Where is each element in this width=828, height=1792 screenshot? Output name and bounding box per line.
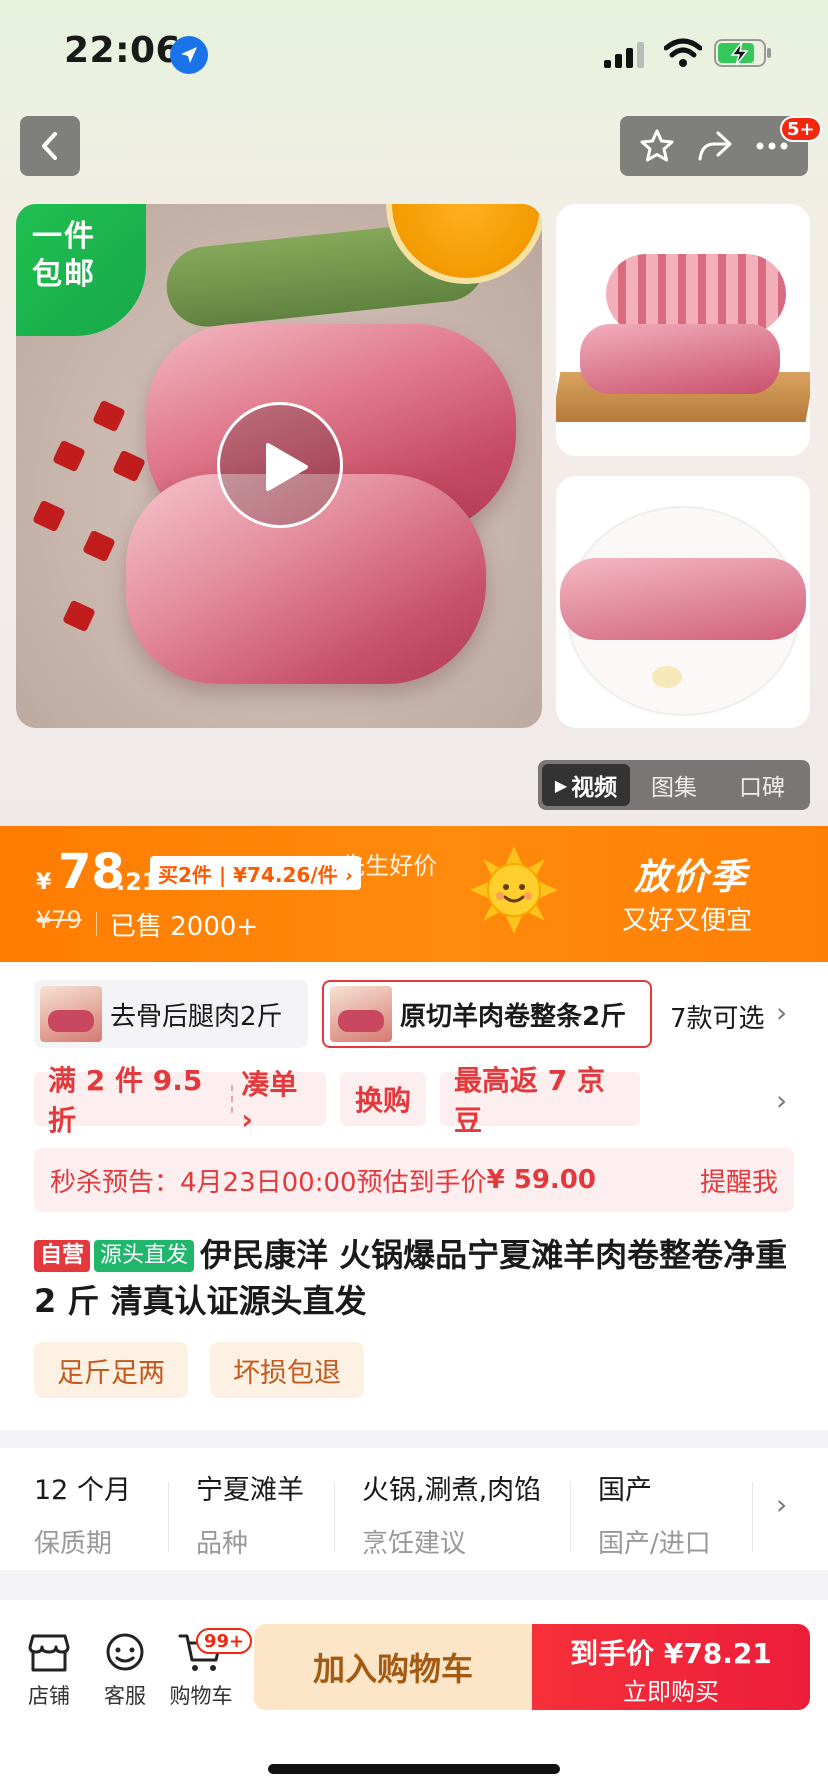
- watermark-text: 7先生好价: [326, 852, 438, 880]
- play-small-icon: ▶: [554, 775, 568, 795]
- variant-thumbnail: [40, 986, 102, 1042]
- status-bar: 22:06: [0, 0, 828, 100]
- chevron-right-icon: ›: [776, 1488, 788, 1521]
- divider: [96, 912, 97, 936]
- divider: [752, 1482, 753, 1552]
- thumbnail-image-2[interactable]: [556, 476, 810, 728]
- battery-charging-icon: [714, 39, 771, 67]
- final-price-label: 到手价: [570, 1637, 655, 1670]
- pepper-piece: [82, 529, 116, 563]
- garlic-clove: [652, 666, 682, 688]
- pepper-piece: [32, 499, 66, 533]
- customer-service-button[interactable]: 客服: [90, 1632, 160, 1710]
- location-arrow-icon: [170, 36, 208, 74]
- divider: [334, 1482, 335, 1552]
- discount-label: 满 2 件 9.5 折: [48, 1064, 203, 1137]
- home-indicator[interactable]: [268, 1764, 560, 1774]
- dashed-divider: [231, 1085, 234, 1113]
- price-banner: ¥ 78 .21 买2件 | ¥74.26/件 › 7先生好价 ¥79 已售 2…: [0, 826, 828, 962]
- service-tag[interactable]: 坏损包退: [210, 1342, 364, 1398]
- variant-label: 原切羊肉卷整条2斤: [400, 1001, 627, 1032]
- flash-sale-label: 秒杀预告：: [50, 1167, 181, 1198]
- lamb-slices: [606, 254, 786, 334]
- flash-sale-est: 预估到手价: [356, 1167, 487, 1198]
- spec-breed: 宁夏滩羊 品种: [196, 1475, 304, 1559]
- promo-title: 放价季: [634, 857, 749, 898]
- main-product-image[interactable]: 一件 包邮: [16, 204, 542, 728]
- share-icon[interactable]: [696, 128, 734, 164]
- chevron-left-icon: [42, 132, 57, 160]
- media-tab-bar: ▶ 视频 图集 口碑: [538, 760, 810, 810]
- lamb-roll-image: [580, 324, 780, 394]
- product-hero: 22:06 5+ 一件 包邮 ▶ 视频 图集 口碑: [0, 0, 828, 826]
- promo-subtitle: 又好又便宜: [622, 906, 753, 936]
- free-shipping-tag: 一件 包邮: [16, 204, 146, 336]
- message-count-badge: 5+: [780, 116, 822, 142]
- variant-label: 去骨后腿肉2斤: [110, 1001, 283, 1032]
- direct-ship-badge: 源头直发: [94, 1240, 195, 1272]
- back-button[interactable]: [20, 116, 80, 176]
- service-tag[interactable]: 足斤足两: [34, 1342, 188, 1398]
- flash-sale-price: ¥ 59.00: [486, 1165, 596, 1195]
- flash-sale-preview: 秒杀预告： 4月23日00:00 预估到手价 ¥ 59.00 提醒我: [34, 1148, 794, 1212]
- tab-reviews[interactable]: 口碑: [718, 764, 806, 806]
- video-play-button[interactable]: [217, 402, 343, 528]
- wifi-icon: [664, 38, 702, 67]
- play-icon: [266, 443, 308, 491]
- more-variants-link[interactable]: 7款可选: [670, 998, 765, 1035]
- customer-service-icon: [106, 1633, 144, 1671]
- bottom-action-bar: 店铺 客服 购物车 99+ 加入购物车 到手价 ¥78.21 立即购买: [0, 1612, 828, 1792]
- price-currency: ¥: [36, 870, 52, 895]
- spec-summary[interactable]: 12 个月 保质期 宁夏滩羊 品种 火锅,涮煮,肉馅 烹饪建议 国产 国产/进口…: [0, 1448, 828, 1570]
- lamb-roll-image: [560, 558, 806, 640]
- divider: [168, 1482, 169, 1552]
- variant-option[interactable]: 去骨后腿肉2斤: [34, 980, 308, 1048]
- tab-gallery[interactable]: 图集: [630, 764, 718, 806]
- remind-me-button[interactable]: 提醒我: [700, 1162, 778, 1199]
- product-title: 自营 源头直发 伊民康洋 火锅爆品宁夏滩羊肉卷整卷净重 2 斤 清真认证源头直发: [34, 1232, 794, 1324]
- more-icon[interactable]: [755, 141, 789, 151]
- self-operated-badge: 自营: [34, 1240, 91, 1272]
- store-button[interactable]: 店铺: [14, 1632, 84, 1710]
- sold-count: 已售 2000+: [110, 912, 259, 942]
- tab-video[interactable]: ▶ 视频: [542, 764, 630, 806]
- price-integer: 78: [58, 844, 125, 900]
- variant-option-selected[interactable]: 原切羊肉卷整条2斤: [322, 980, 652, 1048]
- pepper-piece: [52, 439, 86, 473]
- flash-sale-time: 4月23日00:00: [180, 1167, 357, 1198]
- chevron-right-icon: ›: [776, 996, 788, 1029]
- add-to-cart-button[interactable]: 加入购物车: [254, 1624, 532, 1710]
- spec-cooking: 火锅,涮煮,肉馅 烹饪建议: [362, 1475, 542, 1559]
- next-section-peek: [0, 1586, 828, 1612]
- spec-origin: 国产 国产/进口: [598, 1475, 711, 1559]
- divider: [570, 1482, 571, 1552]
- discount-coupon[interactable]: 满 2 件 9.5 折 凑单 ›: [34, 1064, 326, 1137]
- buy-now-label: 立即购买: [623, 1678, 719, 1706]
- buy-now-button[interactable]: 到手价 ¥78.21 立即购买: [532, 1624, 810, 1710]
- pepper-piece: [92, 399, 126, 433]
- favorite-star-icon[interactable]: [639, 128, 675, 164]
- cashback-coupon[interactable]: 最高返 7 京豆: [440, 1064, 640, 1137]
- product-info-card: 去骨后腿肉2斤 原切羊肉卷整条2斤 7款可选 › 满 2 件 9.5 折 凑单 …: [0, 962, 828, 1430]
- store-icon: [28, 1634, 70, 1672]
- original-price: ¥79: [36, 906, 82, 934]
- chevron-right-icon[interactable]: ›: [776, 1084, 787, 1117]
- exchange-coupon[interactable]: 换购: [340, 1072, 426, 1126]
- status-time: 22:06: [64, 30, 182, 71]
- thumbnail-image-1[interactable]: [556, 204, 810, 456]
- variant-thumbnail: [330, 986, 392, 1042]
- bundle-link[interactable]: 凑单 ›: [241, 1063, 312, 1136]
- spec-shelf-life: 12 个月 保质期: [34, 1475, 131, 1559]
- cellular-signal-icon: [604, 42, 644, 68]
- final-price: ¥78.21: [663, 1637, 772, 1670]
- cart-count-badge: 99+: [196, 1628, 253, 1654]
- sun-mascot-icon: [470, 846, 558, 934]
- pepper-piece: [62, 599, 96, 633]
- pepper-piece: [112, 449, 146, 483]
